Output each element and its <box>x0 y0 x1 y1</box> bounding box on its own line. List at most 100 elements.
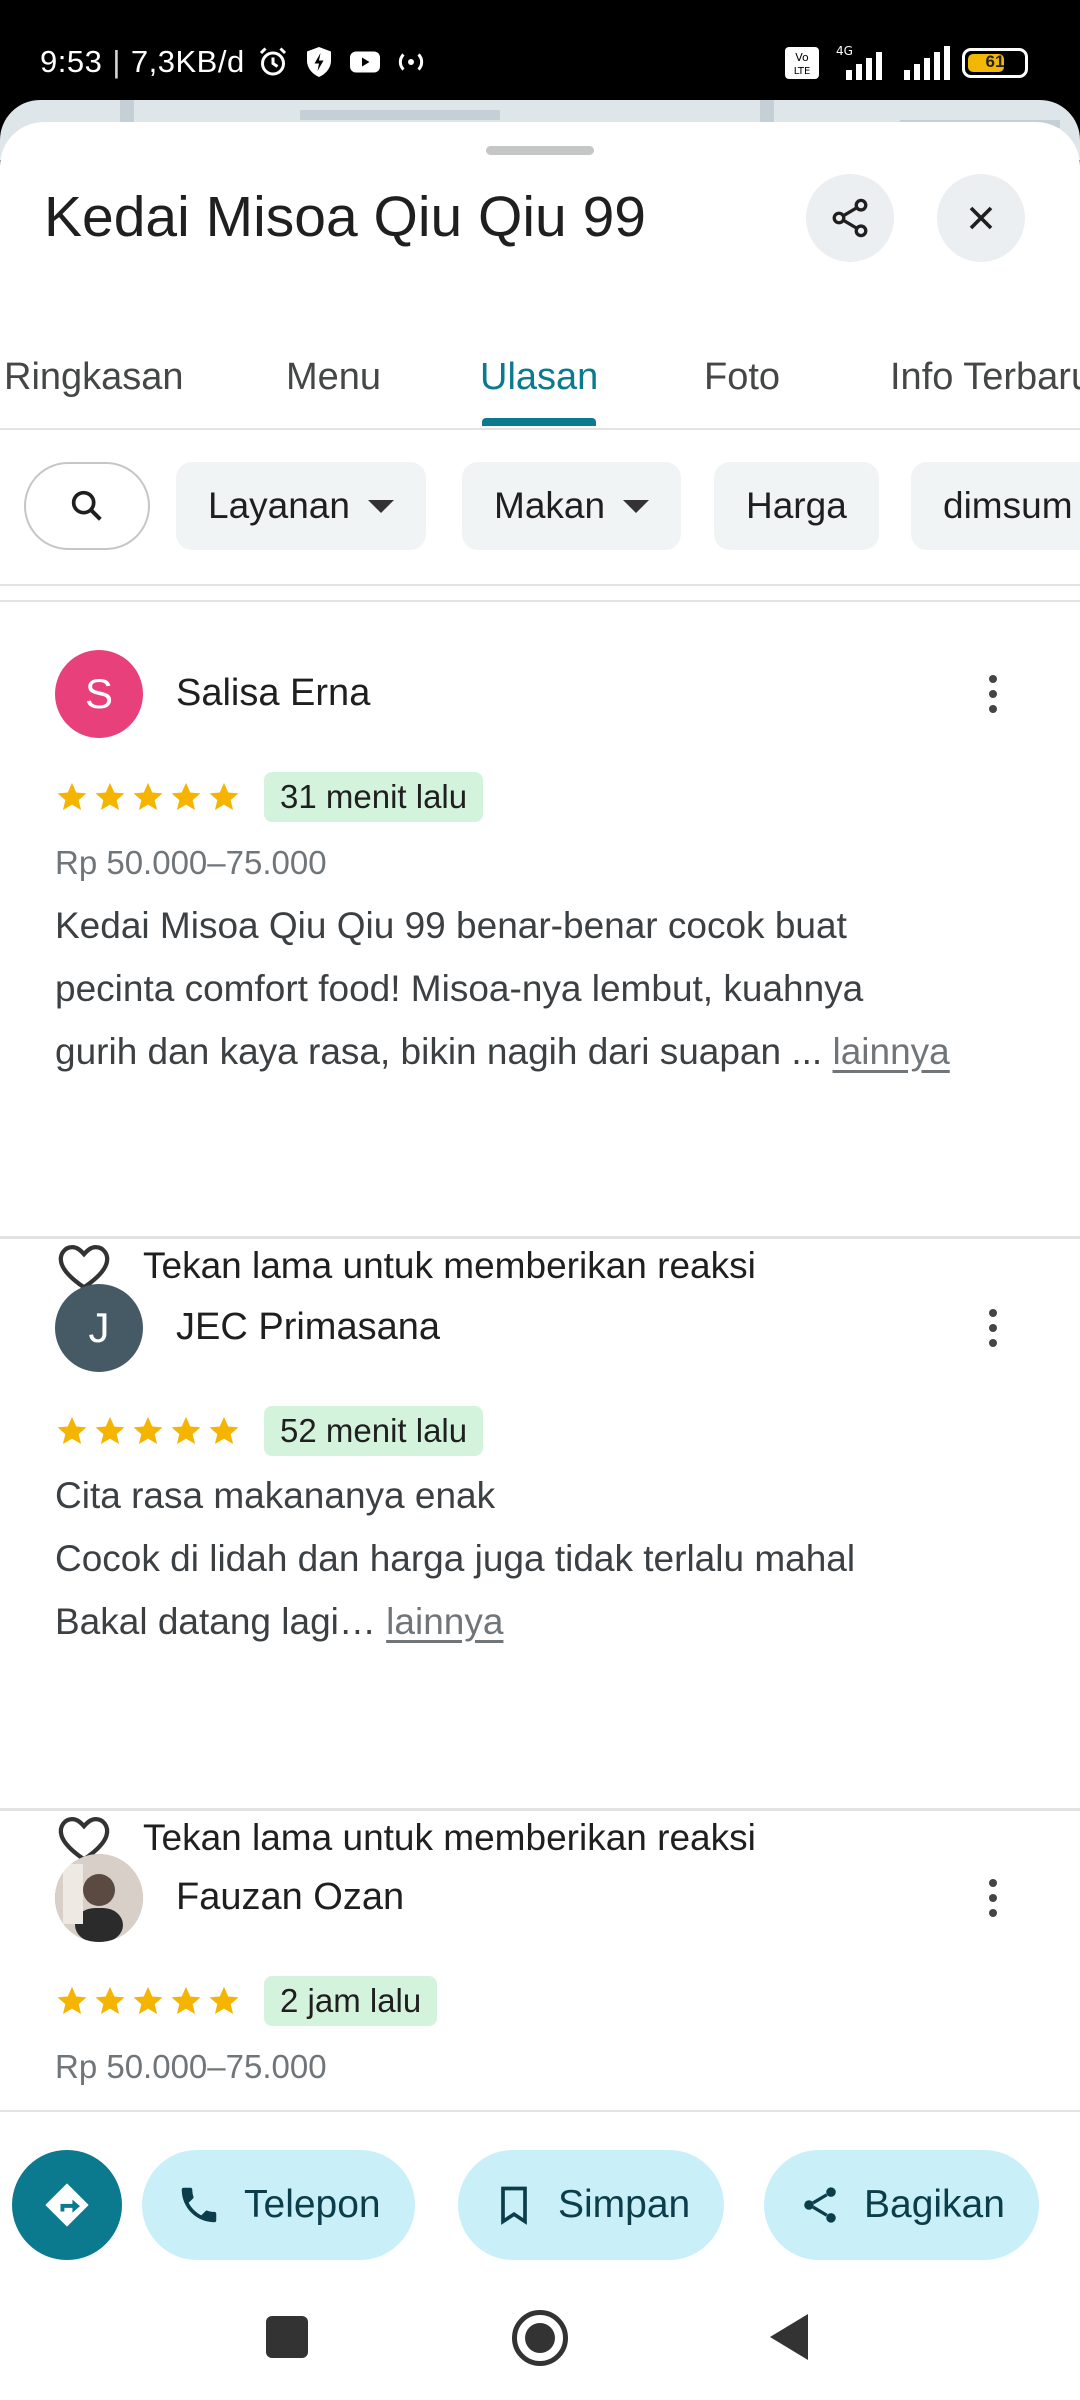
review-divider <box>0 1236 1080 1239</box>
more-options-icon[interactable] <box>978 1298 1008 1358</box>
alarm-icon <box>259 47 286 76</box>
filters-divider <box>0 600 1080 602</box>
directions-button[interactable] <box>12 2150 122 2260</box>
tab-ulasan[interactable]: Ulasan <box>480 356 598 399</box>
star-icon <box>95 1416 125 1445</box>
signal-icon <box>904 46 950 80</box>
volte-icon: Vo LTE <box>785 47 819 79</box>
avatar[interactable] <box>55 1854 143 1942</box>
review-time-badge: 2 jam lalu <box>264 1976 438 2026</box>
net-speed: 7,3KB/d <box>130 44 245 79</box>
star-icon <box>171 1986 201 2015</box>
avatar[interactable]: S <box>55 650 143 738</box>
active-tab-indicator <box>482 418 596 426</box>
chip-label: Harga <box>746 485 847 526</box>
reaction-row[interactable]: Tekan lama untuk memberikan reaksi <box>55 1240 756 1292</box>
reviewer-name[interactable]: Fauzan Ozan <box>176 1876 404 1919</box>
review-filters: Layanan Makan Harga dimsum <box>0 462 1080 552</box>
close-button[interactable] <box>937 174 1025 262</box>
filter-chip-layanan[interactable]: Layanan <box>176 462 426 550</box>
review-price: Rp 50.000–75.000 <box>55 844 327 881</box>
chevron-down-icon <box>367 499 394 513</box>
review-time-badge: 31 menit lalu <box>264 772 484 822</box>
reviewer-name[interactable]: JEC Primasana <box>176 1306 440 1349</box>
more-options-icon[interactable] <box>978 664 1008 724</box>
star-rating <box>55 1414 241 1448</box>
chip-label: dimsum <box>943 485 1073 526</box>
share-label: Bagikan <box>864 2183 1005 2226</box>
read-more-link[interactable]: lainnya <box>833 1031 950 1072</box>
tab-ringkasan[interactable]: Ringkasan <box>4 356 184 399</box>
svg-text:Vo: Vo <box>795 51 809 64</box>
battery-level: 61 <box>985 52 1005 71</box>
place-sheet: Kedai Misoa Qiu Qiu 99 Ringkasan Menu Ul… <box>0 122 1080 2270</box>
reaction-label: Tekan lama untuk memberikan reaksi <box>143 1817 756 1858</box>
tab-menu[interactable]: Menu <box>286 356 381 399</box>
profile-photo <box>55 1854 143 1942</box>
review-divider <box>0 1808 1080 1811</box>
star-icon <box>133 1416 163 1445</box>
star-icon <box>57 1986 87 2015</box>
call-button[interactable]: Telepon <box>142 2150 415 2260</box>
star-icon <box>209 1986 239 2015</box>
drag-handle[interactable] <box>486 146 594 155</box>
bookmark-icon <box>501 2186 527 2225</box>
save-button[interactable]: Simpan <box>458 2150 725 2260</box>
tab-bar: Ringkasan Menu Ulasan Foto Info Terbaru <box>0 322 1080 430</box>
review-text-line: Cocok di lidah dan harga juga tidak terl… <box>55 1538 856 1579</box>
share-action-button[interactable]: Bagikan <box>764 2150 1039 2260</box>
review-text-line: Cita rasa makananya enak <box>55 1475 496 1516</box>
tab-info-terbaru[interactable]: Info Terbaru <box>890 356 1080 399</box>
star-icon <box>133 782 163 811</box>
review-text: Cita rasa makananya enak Cocok di lidah … <box>55 1464 1035 1653</box>
share-icon <box>832 198 868 238</box>
status-time: 9:53 <box>40 44 103 79</box>
star-icon <box>95 1986 125 2015</box>
filter-chip-dimsum[interactable]: dimsum <box>911 462 1080 550</box>
review-time-badge: 52 menit lalu <box>264 1406 484 1456</box>
directions-icon <box>45 2183 89 2227</box>
star-icon <box>57 1416 87 1445</box>
share-button[interactable] <box>806 174 894 262</box>
reviewer-name[interactable]: Salisa Erna <box>176 672 370 715</box>
read-more-link[interactable]: lainnya <box>386 1601 503 1642</box>
battery-icon: 61 <box>962 48 1028 78</box>
avatar[interactable]: J <box>55 1284 143 1372</box>
svg-text:LTE: LTE <box>794 66 811 77</box>
reaction-label: Tekan lama untuk memberikan reaksi <box>143 1245 756 1286</box>
search-reviews-button[interactable] <box>24 462 150 550</box>
star-icon <box>171 782 201 811</box>
review-text-line: Kedai Misoa Qiu Qiu 99 benar-benar cocok… <box>55 905 847 946</box>
phone-icon <box>181 2187 217 2223</box>
star-icon <box>133 1986 163 2015</box>
chip-label: Makan <box>494 485 606 526</box>
search-icon <box>71 490 102 521</box>
svg-text:4G: 4G <box>836 44 853 58</box>
star-icon <box>209 1416 239 1445</box>
share-icon <box>804 2187 836 2223</box>
chevron-down-icon <box>623 499 650 513</box>
chip-label: Layanan <box>208 485 350 526</box>
more-options-icon[interactable] <box>978 1868 1008 1928</box>
star-rating <box>55 1984 241 2018</box>
review-text-line: gurih dan kaya rasa, bikin nagih dari su… <box>55 1031 833 1072</box>
place-title: Kedai Misoa Qiu Qiu 99 <box>44 185 646 249</box>
filter-chip-harga[interactable]: Harga <box>714 462 879 550</box>
home-button[interactable] <box>512 2310 568 2366</box>
review-price: Rp 50.000–75.000 <box>55 2048 327 2085</box>
filter-chip-makan[interactable]: Makan <box>462 462 682 550</box>
back-button[interactable] <box>770 2314 808 2360</box>
close-icon <box>969 206 993 230</box>
review-text: Kedai Misoa Qiu Qiu 99 benar-benar cocok… <box>55 894 1035 1083</box>
call-label: Telepon <box>244 2183 381 2226</box>
star-icon <box>57 782 87 811</box>
recents-button[interactable] <box>266 2316 308 2358</box>
reaction-row[interactable]: Tekan lama untuk memberikan reaksi <box>55 1812 756 1864</box>
system-nav-bar <box>0 2268 1080 2400</box>
tab-foto[interactable]: Foto <box>704 356 780 399</box>
youtube-icon <box>349 51 380 73</box>
action-bar: Telepon Simpan Bagikan <box>0 2110 1080 2260</box>
review-text-line: Bakal datang lagi… <box>55 1601 387 1642</box>
filters-divider <box>0 584 1080 586</box>
hotspot-icon <box>398 53 423 71</box>
